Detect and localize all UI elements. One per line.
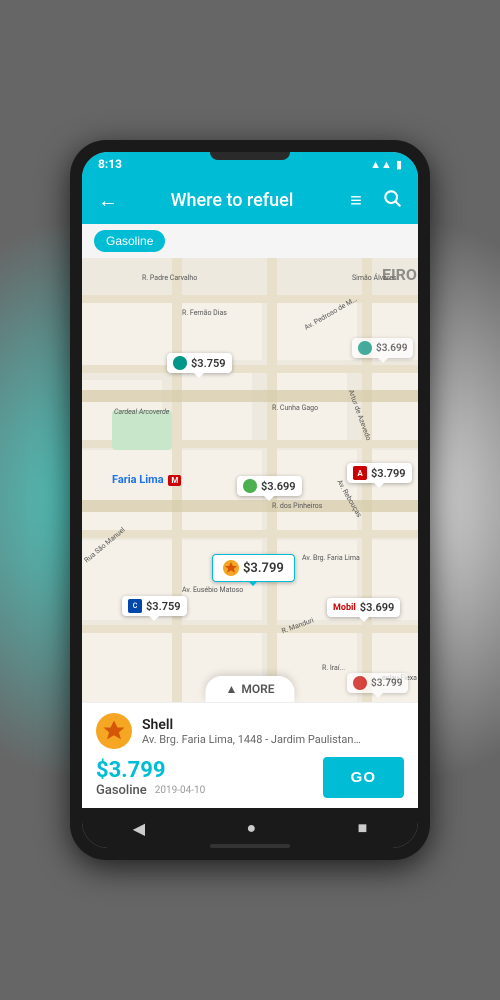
price-marker-1[interactable]: $3.759	[167, 353, 232, 373]
brand-icon-3	[243, 479, 257, 493]
station-address: Av. Brg. Faria Lima, 1448 - Jardim Pauli…	[142, 733, 362, 746]
price-marker-5[interactable]: $3.799	[212, 554, 295, 582]
fuel-type: Gasoline	[96, 783, 147, 798]
page-title: Where to refuel	[130, 190, 334, 211]
brand-icon-2	[358, 341, 372, 355]
station-logo	[96, 713, 132, 749]
svg-text:Av. Eusébio Matoso: Av. Eusébio Matoso	[182, 586, 243, 594]
price-date: 2019-04-10	[155, 785, 206, 796]
price-sub: Gasoline 2019-04-10	[96, 783, 205, 798]
more-arrow: ▲	[225, 682, 237, 696]
price-3: $3.699	[261, 480, 296, 493]
map-area[interactable]: EIRO Cardeal Arcoverde Rua São Manuel Av…	[82, 258, 418, 702]
status-icons: ▲▲ ▮	[370, 158, 402, 171]
price-6: $3.759	[146, 600, 181, 613]
mobil-text-icon: Mobil	[333, 603, 356, 613]
faria-lima-label: Faria Lima M	[112, 473, 181, 486]
phone-frame: 8:13 ▲▲ ▮ ← Where to refuel ≡ Gasoline	[70, 140, 430, 860]
shell-logo-large	[100, 717, 128, 745]
svg-text:R. Cunha Gago: R. Cunha Gago	[272, 404, 318, 412]
svg-text:R. Padre Carvalho: R. Padre Carvalho	[142, 274, 197, 282]
price-main: $3.799	[96, 758, 205, 783]
recent-nav-icon[interactable]: ■	[358, 818, 368, 838]
station-info: Shell Av. Brg. Faria Lima, 1448 - Jardim…	[142, 717, 404, 746]
price-marker-8[interactable]: $3.799	[347, 673, 408, 693]
phone-bottom-bar	[210, 844, 290, 848]
station-name: Shell	[142, 717, 404, 733]
price-marker-2[interactable]: $3.699	[352, 338, 413, 358]
more-label: MORE	[241, 682, 274, 696]
back-button[interactable]: ←	[94, 188, 122, 213]
price-marker-6[interactable]: C $3.759	[122, 596, 187, 616]
price-8: $3.799	[371, 678, 402, 689]
metro-badge: M	[168, 475, 181, 486]
price-left: $3.799 Gasoline 2019-04-10	[96, 758, 205, 798]
status-time: 8:13	[98, 157, 122, 171]
filter-icon[interactable]: ≡	[342, 188, 370, 213]
svg-text:Simão Álvares: Simão Álvares	[352, 273, 397, 282]
more-button[interactable]: ▲ MORE	[205, 676, 294, 702]
svg-text:Cardeal Arcoverde: Cardeal Arcoverde	[114, 408, 170, 416]
station-row: Shell Av. Brg. Faria Lima, 1448 - Jardim…	[96, 713, 404, 749]
shell-logo-icon	[223, 560, 239, 576]
price-marker-4[interactable]: A $3.799	[347, 463, 412, 483]
brand-icon-4: A	[353, 466, 367, 480]
svg-text:R. dos Pinheiros: R. dos Pinheiros	[272, 502, 323, 510]
price-4: $3.799	[371, 467, 406, 480]
svg-text:R. Iraí...: R. Iraí...	[322, 664, 345, 672]
price-7: $3.699	[360, 601, 395, 614]
svg-text:R. Fernão Dias: R. Fernão Dias	[182, 309, 227, 317]
search-icon[interactable]	[378, 188, 406, 213]
price-row: $3.799 Gasoline 2019-04-10 GO	[96, 757, 404, 798]
home-nav-icon[interactable]: ●	[246, 818, 256, 838]
station-card: Shell Av. Brg. Faria Lima, 1448 - Jardim…	[82, 702, 418, 808]
svg-text:Av. Brg. Faria Lima: Av. Brg. Faria Lima	[302, 554, 360, 562]
price-1: $3.759	[191, 357, 226, 370]
brand-icon-6: C	[128, 599, 142, 613]
phone-notch	[210, 152, 290, 160]
back-nav-icon[interactable]: ◀	[133, 819, 145, 838]
price-marker-3[interactable]: $3.699	[237, 476, 302, 496]
gasoline-chip[interactable]: Gasoline	[94, 230, 165, 252]
texaco-icon	[353, 676, 367, 690]
go-button[interactable]: GO	[323, 757, 404, 798]
price-5: $3.799	[243, 561, 284, 576]
battery-icon: ▮	[396, 158, 402, 171]
price-marker-7[interactable]: Mobil $3.699	[327, 598, 400, 617]
phone-screen: 8:13 ▲▲ ▮ ← Where to refuel ≡ Gasoline	[82, 152, 418, 848]
nav-bar: ◀ ● ■	[82, 808, 418, 848]
signal-icon: ▲▲	[370, 158, 392, 171]
filter-row: Gasoline	[82, 224, 418, 258]
brand-icon-1	[173, 356, 187, 370]
price-2: $3.699	[376, 343, 407, 354]
top-bar: ← Where to refuel ≡	[82, 176, 418, 224]
